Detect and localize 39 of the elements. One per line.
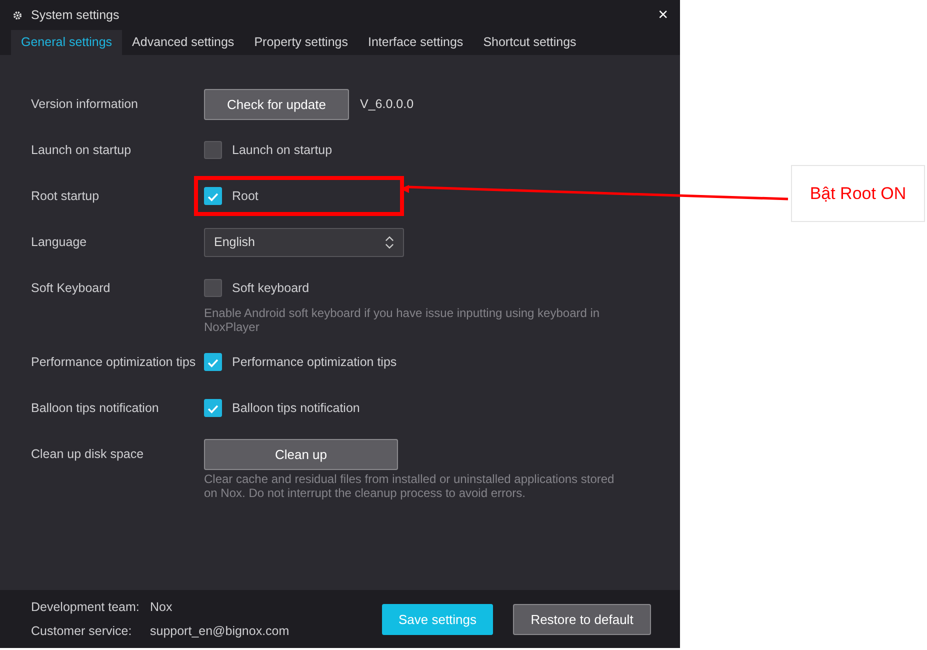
tab[interactable]: Property settings: [244, 30, 358, 55]
close-button[interactable]: ×: [658, 5, 668, 25]
tab[interactable]: Advanced settings: [122, 30, 244, 55]
tab[interactable]: Shortcut settings: [473, 30, 586, 55]
version-text: V_6.0.0.0: [360, 97, 414, 111]
language-dropdown[interactable]: English: [204, 228, 404, 256]
setting-label: Performance optimization tips: [31, 355, 197, 369]
setting-label: Language: [31, 235, 88, 249]
hint-text: Clear cache and residual files from installed or uninstalled applications stored on Nox. Do not interrupt the cleanup process to avoid errors.: [204, 472, 616, 500]
checkbox[interactable]: [204, 399, 222, 417]
checkbox-label: Root: [232, 189, 258, 203]
checkbox[interactable]: [204, 187, 222, 205]
info-label: Development team:: [31, 600, 140, 614]
checkbox[interactable]: [204, 353, 222, 371]
info-value: Nox: [150, 600, 172, 614]
info-label: Customer service:: [31, 624, 133, 638]
checkbox-label: Performance optimization tips: [232, 355, 397, 369]
callout-text: Bật Root ON: [791, 165, 925, 222]
checkbox[interactable]: [204, 141, 222, 159]
gear-icon: [12, 10, 23, 20]
setting-label: Root startup: [31, 189, 100, 203]
update-button[interactable]: Check for update: [204, 88, 349, 120]
checkbox-label: Launch on startup: [232, 143, 332, 157]
setting-label: Clean up disk space: [31, 447, 145, 461]
checkbox[interactable]: [204, 279, 222, 297]
checkbox-label: Soft keyboard: [232, 281, 310, 295]
checkbox-label: Balloon tips notification: [232, 401, 360, 415]
up-down-chevron-icon: [385, 236, 394, 248]
setting-label: Soft Keyboard: [31, 281, 112, 295]
window-title: System settings: [31, 8, 120, 22]
setting-label: Version information: [31, 97, 140, 111]
hint-text: Enable Android soft keyboard if you have issue inputting using keyboard in NoxPlayer: [204, 306, 601, 334]
tab[interactable]: Interface settings: [358, 30, 474, 55]
clean-up-button[interactable]: Clean up: [204, 438, 398, 470]
info-value: support_en@bignox.com: [150, 624, 290, 638]
tab[interactable]: General settings: [11, 30, 122, 55]
setting-label: Launch on startup: [31, 143, 132, 157]
restore-button[interactable]: Restore to default: [513, 604, 651, 634]
setting-label: Balloon tips notification: [31, 401, 160, 415]
